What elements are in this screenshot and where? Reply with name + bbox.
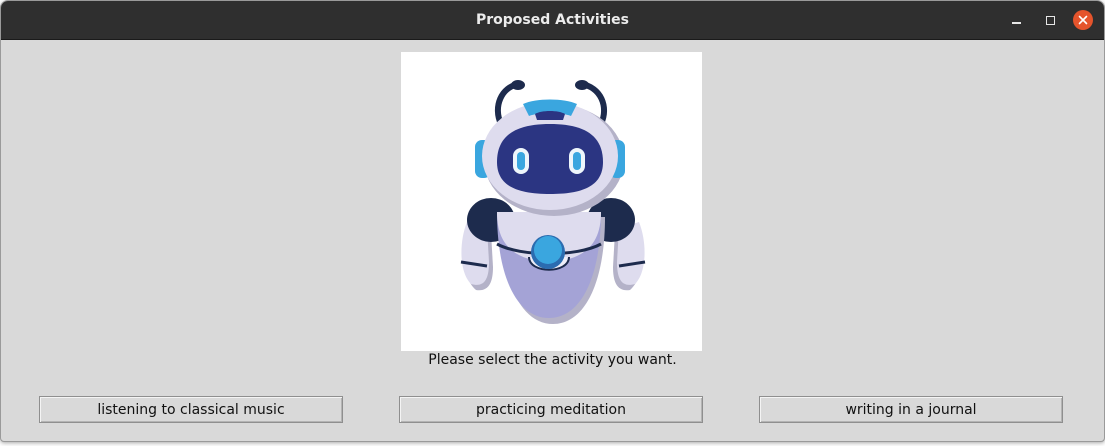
window-title: Proposed Activities bbox=[475, 12, 629, 28]
minimize-button[interactable] bbox=[1006, 10, 1026, 30]
activity-button-meditation[interactable]: practicing meditation bbox=[399, 396, 703, 423]
maximize-icon bbox=[1045, 15, 1055, 25]
activity-button-classical-music[interactable]: listening to classical music bbox=[39, 396, 343, 423]
close-icon bbox=[1078, 15, 1088, 25]
minimize-icon bbox=[1011, 22, 1021, 24]
close-button[interactable] bbox=[1073, 10, 1093, 30]
robot-illustration bbox=[460, 80, 646, 324]
robot-image bbox=[401, 52, 702, 351]
maximize-button[interactable] bbox=[1040, 10, 1060, 30]
activity-button-journal[interactable]: writing in a journal bbox=[759, 396, 1063, 423]
app-window: Proposed Activities Please select the ac… bbox=[0, 0, 1105, 442]
title-bar[interactable]: Proposed Activities bbox=[1, 1, 1104, 40]
selection-prompt: Please select the activity you want. bbox=[428, 352, 677, 368]
